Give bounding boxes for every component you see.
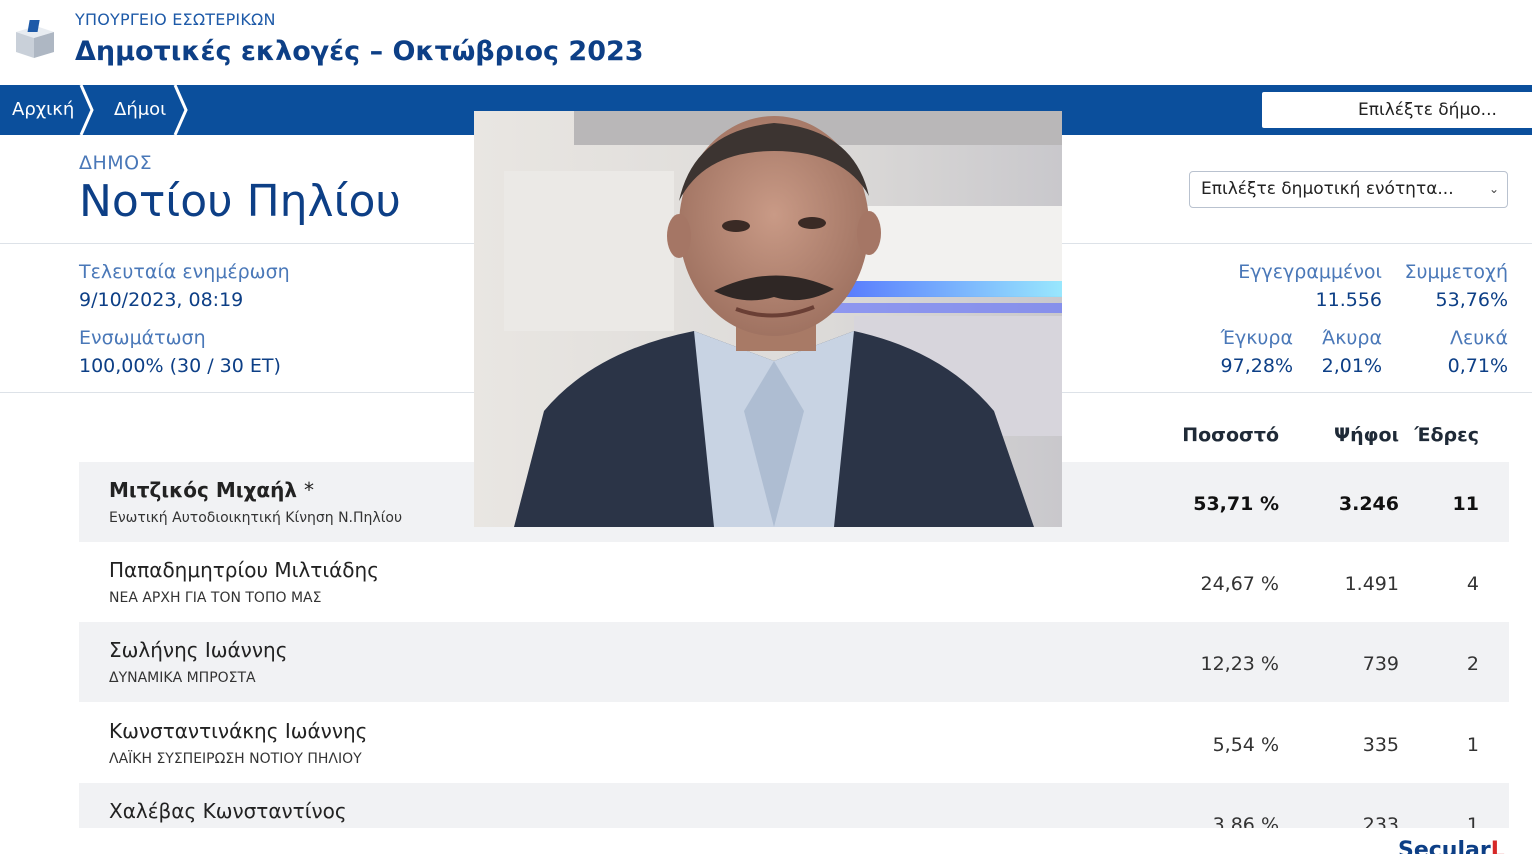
registered-value: 11.556	[1315, 289, 1382, 311]
ministry-label: ΥΠΟΥΡΓΕΙΟ ΕΣΩΤΕΡΙΚΩΝ	[75, 10, 276, 29]
party-name: ΔΥΝΑΜΙΚΑ ΜΠΡΟΣΤΑ	[109, 670, 256, 686]
candidate-name: Κωνσταντινάκης Ιωάννης	[109, 719, 368, 743]
seats-value: 4	[1466, 573, 1479, 595]
table-row[interactable]: Παπαδημητρίου Μιλτιάδης ΝΕΑ ΑΡΧΗ ΓΙΑ ΤΟΝ…	[79, 542, 1509, 622]
registered-label: Εγγεγραμμένοι	[1238, 261, 1382, 283]
municipality-select[interactable]: Επιλέξτε δήμο...	[1262, 92, 1532, 128]
blank-label: Λευκά	[1450, 327, 1508, 349]
site-title[interactable]: Δημοτικές εκλογές – Οκτώβριος 2023	[75, 36, 644, 67]
column-header-votes[interactable]: Ψήφοι	[1299, 424, 1399, 446]
elected-star: *	[304, 478, 315, 502]
invalid-label: Άκυρα	[1322, 327, 1382, 349]
percentage-value: 24,67 %	[1200, 573, 1280, 595]
percentage-value: 53,71 %	[1193, 493, 1279, 515]
votes-value: 739	[1362, 653, 1399, 675]
watermark-part2: L	[1490, 838, 1505, 854]
valid-label: Έγκυρα	[1220, 327, 1293, 349]
valid-value: 97,28%	[1220, 355, 1293, 377]
municipality-type-label: ΔΗΜΟΣ	[79, 152, 153, 174]
breadcrumb-separator-icon	[79, 85, 94, 135]
percentage-value: 12,23 %	[1200, 653, 1280, 675]
candidate-name: Μιτζικός Μιχαήλ *	[109, 478, 314, 502]
incorporation-value: 100,00% (30 / 30 ΕΤ)	[79, 355, 281, 377]
last-update-value: 9/10/2023, 08:19	[79, 289, 244, 311]
turnout-value: 53,76%	[1435, 289, 1508, 311]
party-name: Ενωτική Αυτοδιοικητική Κίνηση Ν.Πηλίου	[109, 510, 403, 526]
breadcrumb-municipalities[interactable]: Δήμοι	[114, 85, 166, 135]
invalid-value: 2,01%	[1321, 355, 1382, 377]
candidate-name: Χαλέβας Κωνσταντίνος	[109, 799, 347, 823]
blank-value: 0,71%	[1447, 355, 1508, 377]
watermark-logo: SecularL	[1398, 838, 1505, 854]
column-header-seats[interactable]: Έδρες	[1407, 424, 1479, 446]
percentage-value: 5,54 %	[1212, 734, 1279, 756]
turnout-label: Συμμετοχή	[1404, 261, 1508, 283]
seats-value: 1	[1466, 734, 1479, 756]
municipal-unit-select[interactable]: Επιλέξτε δημοτική ενότητα... ⌄	[1189, 171, 1508, 208]
candidate-name: Παπαδημητρίου Μιλτιάδης	[109, 558, 379, 582]
page-bottom-edge	[0, 828, 1532, 854]
ballot-box-icon[interactable]	[14, 18, 56, 60]
votes-value: 3.246	[1338, 493, 1399, 515]
seats-value: 2	[1466, 653, 1479, 675]
breadcrumb-separator-icon	[173, 85, 188, 135]
party-name: ΝΕΑ ΑΡΧΗ ΓΙΑ ΤΟΝ ΤΟΠΟ ΜΑΣ	[109, 590, 322, 606]
candidate-portrait-image	[474, 111, 1062, 527]
candidate-name: Σωλήνης Ιωάννης	[109, 638, 288, 662]
breadcrumb-home[interactable]: Αρχική	[12, 85, 74, 135]
votes-value: 335	[1362, 734, 1399, 756]
last-update-label: Τελευταία ενημέρωση	[79, 261, 290, 283]
chevron-down-icon: ⌄	[1488, 182, 1499, 196]
municipality-name: Νοτίου Πηλίου	[79, 176, 401, 227]
seats-value: 11	[1452, 493, 1479, 515]
candidate-photo	[474, 111, 1062, 527]
column-header-percentage[interactable]: Ποσοστό	[1139, 424, 1279, 446]
table-row[interactable]: Κωνσταντινάκης Ιωάννης ΛΑΪΚΗ ΣΥΣΠΕΙΡΩΣΗ …	[79, 703, 1509, 783]
incorporation-label: Ενσωμάτωση	[79, 327, 206, 349]
watermark-part1: Secular	[1398, 838, 1491, 854]
site-header: ΥΠΟΥΡΓΕΙΟ ΕΣΩΤΕΡΙΚΩΝ Δημοτικές εκλογές –…	[0, 0, 1532, 85]
table-row[interactable]: Σωλήνης Ιωάννης ΔΥΝΑΜΙΚΑ ΜΠΡΟΣΤΑ 12,23 %…	[79, 622, 1509, 702]
party-name: ΛΑΪΚΗ ΣΥΣΠΕΙΡΩΣΗ ΝΟΤΙΟΥ ΠΗΛΙΟΥ	[109, 751, 362, 767]
candidate-name-text: Μιτζικός Μιχαήλ	[109, 478, 298, 502]
municipal-unit-select-label: Επιλέξτε δημοτική ενότητα...	[1201, 179, 1454, 199]
votes-value: 1.491	[1344, 573, 1399, 595]
